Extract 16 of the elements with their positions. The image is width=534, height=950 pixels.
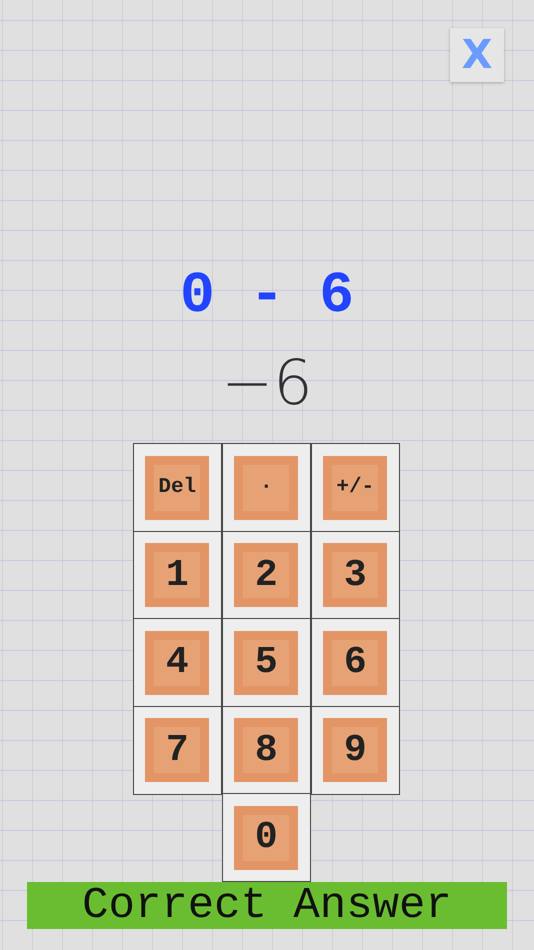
keypad-key[interactable]: 0: [222, 793, 311, 882]
keypad-key[interactable]: +/-: [310, 443, 400, 532]
feedback-banner: Correct Answer: [27, 882, 507, 929]
keypad-key[interactable]: 3: [310, 530, 400, 620]
keypad-key[interactable]: Del: [132, 443, 222, 532]
keypad-key[interactable]: 8: [222, 706, 311, 795]
keypad-key[interactable]: 4: [132, 618, 222, 708]
keypad-key[interactable]: 5: [222, 618, 311, 708]
equation: 0 - 6: [180, 268, 354, 326]
keypad-key[interactable]: ·: [222, 443, 311, 532]
answer-text: −6: [221, 352, 313, 414]
keypad-key[interactable]: 9: [310, 706, 400, 795]
keypad-key[interactable]: 7: [132, 706, 222, 795]
keypad-key[interactable]: 6: [310, 618, 400, 708]
keypad-key[interactable]: 2: [222, 530, 311, 620]
keypad-key[interactable]: 1: [132, 530, 222, 620]
